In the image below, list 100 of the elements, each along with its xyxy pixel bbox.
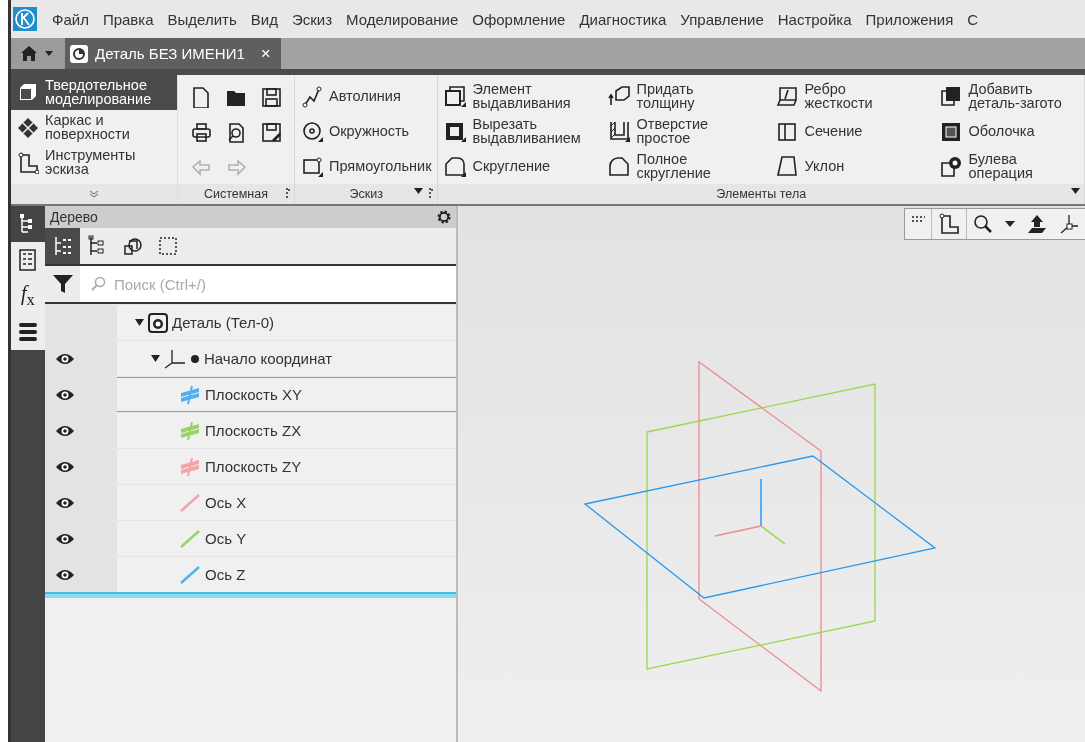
expand-triangle-icon[interactable]: [135, 319, 144, 326]
grip-icon[interactable]: [429, 188, 434, 198]
eye-icon[interactable]: [55, 424, 75, 437]
part-icon: [69, 43, 89, 64]
layers-icon: [17, 321, 39, 343]
group-label: Элементы тела: [716, 187, 807, 201]
tree-row[interactable]: Ось X: [45, 484, 456, 520]
tree-row[interactable]: Плоскость ZX: [45, 412, 456, 448]
menu-item[interactable]: Оформление: [465, 10, 573, 28]
home-icon: [21, 46, 37, 61]
command-button[interactable]: Окружность: [301, 114, 432, 149]
logo-icon: [13, 7, 37, 31]
menu-item[interactable]: Моделирование: [339, 10, 466, 28]
document-tab[interactable]: Деталь БЕЗ ИМЕНИ1 ×: [65, 38, 281, 69]
caret-icon[interactable]: [414, 188, 424, 194]
eye-icon[interactable]: [55, 352, 75, 365]
axes-icon: [164, 348, 186, 369]
mode-tab[interactable]: Каркас и поверхности: [11, 110, 177, 145]
command-button[interactable]: Вырезать выдавливанием: [444, 114, 605, 149]
polyline-icon: [301, 84, 325, 109]
grip-icon[interactable]: [286, 188, 290, 198]
eye-icon[interactable]: [55, 460, 75, 473]
command-button[interactable]: Булева операция: [940, 149, 1066, 184]
sketch-icon: [17, 151, 39, 174]
circle-icon: [301, 119, 325, 144]
command-button[interactable]: Уклон: [776, 149, 937, 184]
menu-item[interactable]: Настройка: [770, 10, 859, 28]
eye-icon[interactable]: [55, 532, 75, 545]
command-button[interactable]: Элемент выдавливания: [444, 79, 605, 114]
group-label: Эскиз: [349, 187, 383, 201]
floppy-pencil-icon: [260, 120, 282, 143]
tree-item-label: Начало координат: [204, 350, 333, 367]
rounded-box-icon: [444, 154, 469, 179]
menu-item[interactable]: Управление: [673, 10, 771, 28]
printer-icon: [190, 120, 212, 143]
tree-item-label: Ось X: [205, 494, 247, 511]
rectangle-icon: [301, 154, 325, 179]
search-field[interactable]: Поиск (Ctrl+/): [80, 266, 456, 302]
home-button[interactable]: [11, 38, 65, 69]
tree-item-label: Плоскость ZY: [205, 458, 302, 475]
tree-row[interactable]: Начало координат: [45, 340, 456, 376]
up-arrow-icon[interactable]: [1026, 213, 1048, 235]
search-icon: [90, 276, 106, 292]
tree-row[interactable]: Деталь (Тел-0): [45, 304, 456, 340]
eye-icon[interactable]: [55, 388, 75, 401]
close-button[interactable]: ×: [260, 43, 271, 64]
command-button[interactable]: Ребро жесткости: [776, 79, 937, 114]
menu-item[interactable]: Правка: [95, 10, 161, 28]
dashed-square-icon: [156, 235, 179, 257]
tree-item-label: Плоскость XY: [205, 386, 302, 403]
caret-icon[interactable]: [1071, 188, 1080, 194]
diamond-grid-icon: [17, 116, 39, 139]
expand-triangle-icon[interactable]: [151, 355, 160, 362]
tab-label: Деталь БЕЗ ИМЕНИ1: [95, 45, 245, 62]
command-button[interactable]: Придать толщину: [608, 79, 773, 114]
tree-view-button[interactable]: [45, 228, 80, 264]
chevron-icon[interactable]: [89, 190, 99, 198]
zoom-icon[interactable]: [972, 213, 994, 235]
group-label: Системная: [204, 187, 268, 201]
filter-icon: [52, 274, 73, 294]
command-button[interactable]: Оболочка: [940, 114, 1066, 149]
tree-row[interactable]: Плоскость XY: [45, 376, 456, 412]
menu-item[interactable]: Эскиз: [284, 10, 339, 28]
menu-item[interactable]: Приложения: [858, 10, 961, 28]
floppy-icon: [260, 85, 282, 108]
hole-icon: [608, 119, 633, 144]
shapes-icon: [121, 235, 144, 257]
side-tab[interactable]: f$_{x}$: [11, 278, 45, 314]
side-tab[interactable]: [11, 314, 45, 350]
triad-icon[interactable]: [1058, 213, 1080, 235]
eye-icon[interactable]: [55, 568, 75, 581]
tree-item-label: Плоскость ZX: [205, 422, 302, 439]
menu-item[interactable]: Выделить: [160, 10, 244, 28]
menu-item[interactable]: Файл: [45, 10, 96, 28]
dot-icon: [190, 353, 200, 364]
command-button[interactable]: Автолиния: [301, 79, 432, 114]
tree-row[interactable]: Плоскость ZY: [45, 448, 456, 484]
part-icon: [148, 312, 168, 333]
tree-item-label: Деталь (Тел-0): [172, 314, 275, 331]
command-button[interactable]: Скругление: [444, 149, 605, 184]
extrude-box-icon: [444, 84, 469, 109]
eye-icon[interactable]: [55, 496, 75, 509]
command-button[interactable]: Добавить деталь-загото: [940, 79, 1066, 114]
sketch-icon[interactable]: [938, 213, 960, 235]
tree-item-label: Ось Y: [205, 530, 247, 547]
document-icon: [190, 85, 212, 108]
command-button[interactable]: Отверстие простое: [608, 114, 773, 149]
side-tab[interactable]: [11, 242, 45, 278]
command-button[interactable]: Прямоугольник: [301, 149, 432, 184]
command-button[interactable]: Сечение: [776, 114, 937, 149]
mode-tab[interactable]: Инструменты эскиза: [11, 145, 177, 180]
tree-row[interactable]: Ось Y: [45, 520, 456, 556]
command-button[interactable]: Полное скругление: [608, 149, 773, 184]
menu-item[interactable]: Диагностика: [572, 10, 674, 28]
mode-tab[interactable]: Твердотельное моделирование: [11, 75, 177, 110]
menu-item[interactable]: Вид: [243, 10, 285, 28]
settings-icon[interactable]: [436, 209, 452, 225]
menu-item[interactable]: С: [960, 10, 986, 28]
tree-item-label: Ось Z: [205, 566, 246, 583]
caret-icon: [45, 51, 53, 56]
